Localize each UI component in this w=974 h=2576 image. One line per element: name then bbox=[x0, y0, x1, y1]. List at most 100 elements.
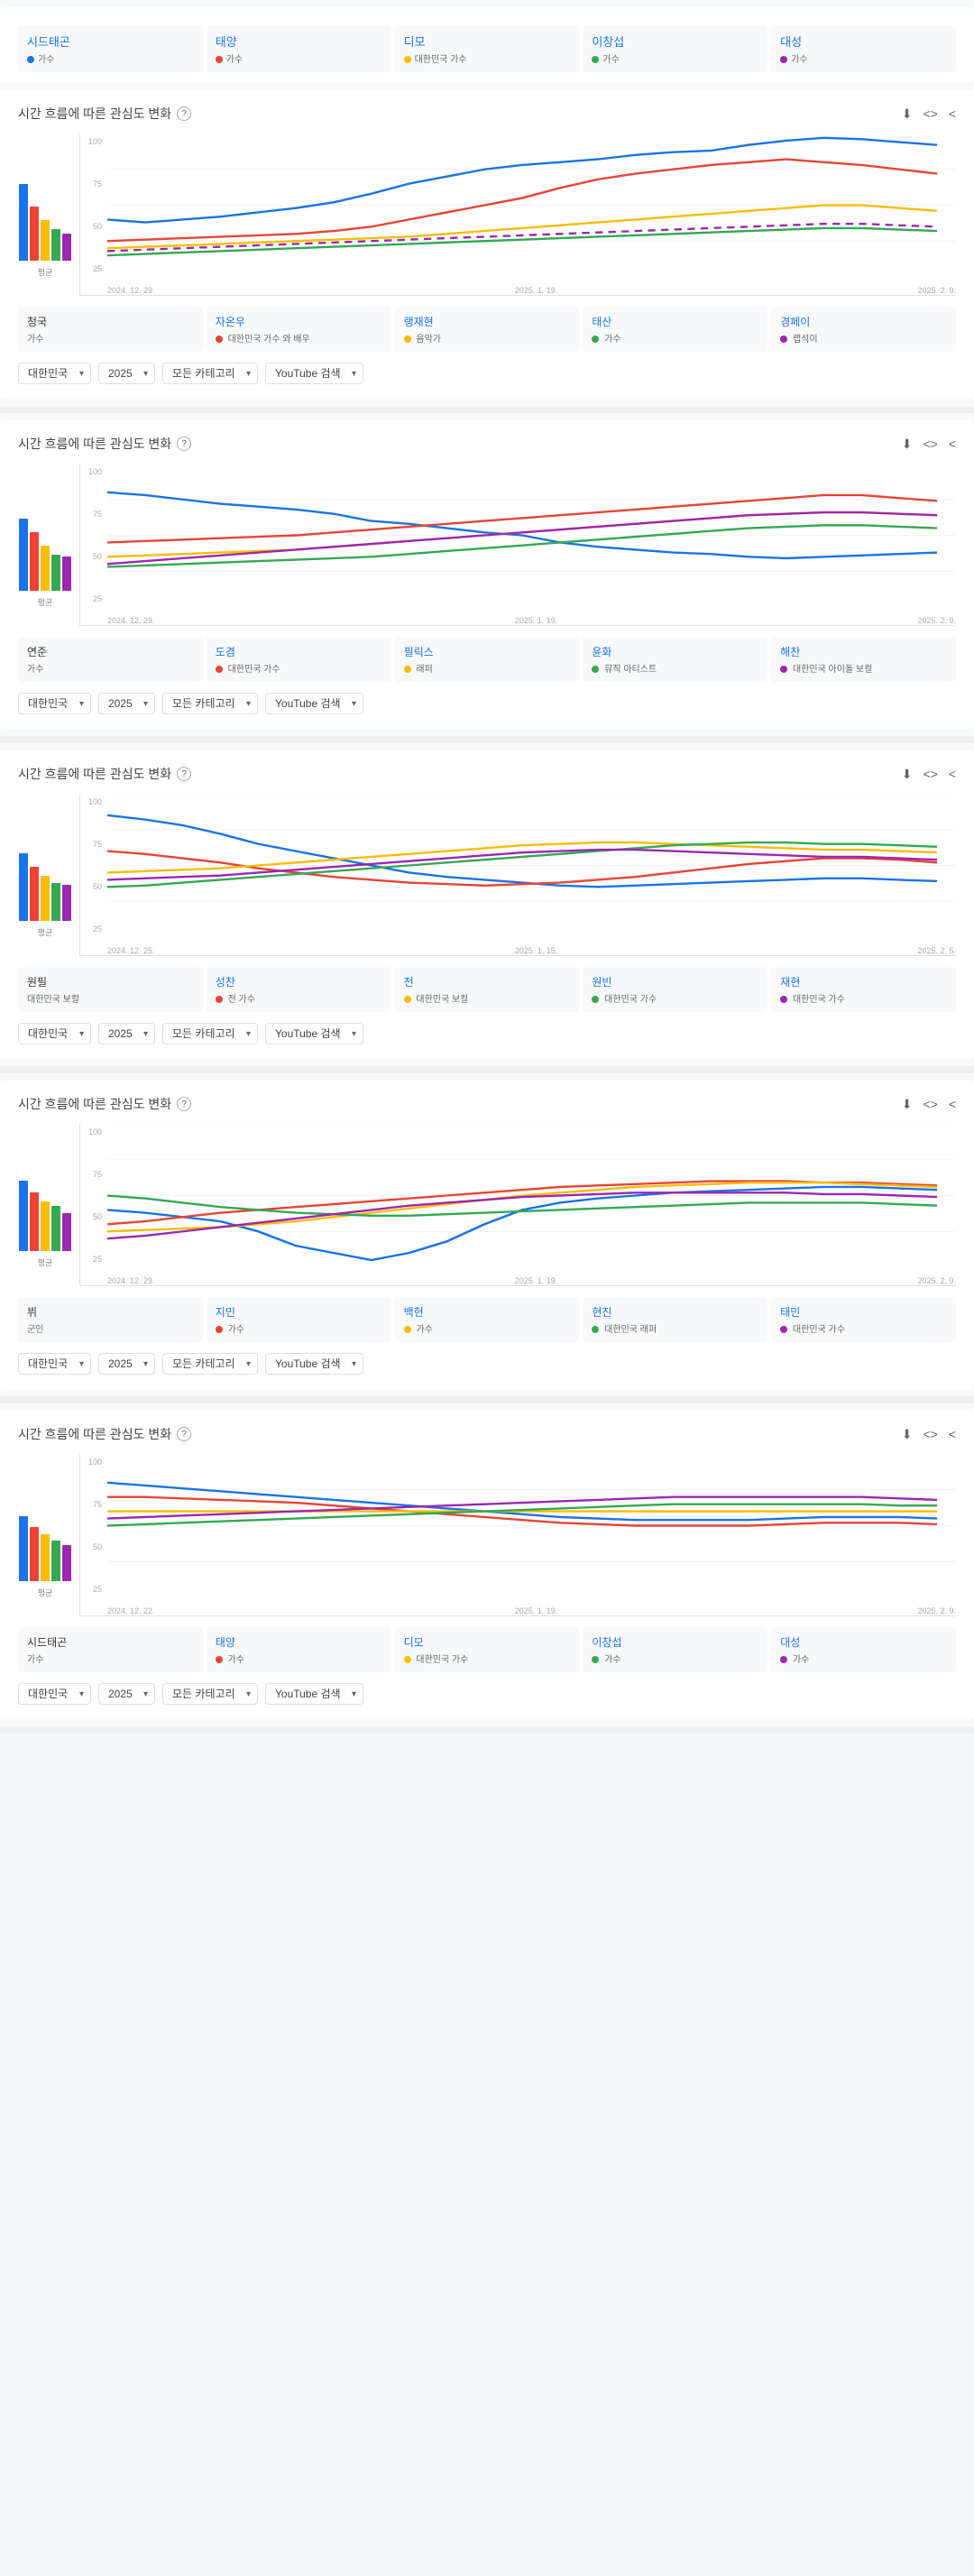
person-card-4[interactable]: 대성 가수 bbox=[771, 1627, 956, 1672]
year-filter[interactable]: 2025 bbox=[98, 1023, 155, 1044]
person-name[interactable]: 전 bbox=[404, 974, 571, 989]
download-icon[interactable]: ⬇ bbox=[902, 1097, 913, 1112]
person-name[interactable]: 해찬 bbox=[780, 644, 947, 659]
person-name[interactable]: 지민 bbox=[216, 1304, 382, 1320]
embed-icon[interactable]: <> bbox=[923, 1097, 937, 1112]
person-card-2[interactable]: 전 대한민국 보컬 bbox=[395, 967, 580, 1012]
person-card-0[interactable]: 청국 가수 bbox=[18, 307, 203, 352]
embed-icon[interactable]: <> bbox=[923, 767, 937, 782]
year-filter[interactable]: 2025 bbox=[98, 363, 155, 384]
platform-filter[interactable]: YouTube 검색 bbox=[265, 693, 363, 714]
country-filter-select[interactable]: 대한민국 bbox=[18, 1683, 91, 1705]
platform-filter-select[interactable]: YouTube 검색 bbox=[265, 1353, 363, 1375]
person-name[interactable]: 시드태곤 bbox=[27, 32, 194, 50]
country-filter[interactable]: 대한민국 bbox=[18, 693, 91, 714]
person-name[interactable]: 랭재현 bbox=[404, 314, 571, 329]
person-card-3[interactable]: 원빈 대한민국 가수 bbox=[583, 967, 767, 1012]
category-filter[interactable]: 모든 카테고리 bbox=[162, 1023, 258, 1044]
person-name[interactable]: 원빈 bbox=[592, 974, 758, 989]
platform-filter-select[interactable]: YouTube 검색 bbox=[265, 693, 363, 714]
person-card-0[interactable]: 뷔 군인 bbox=[18, 1297, 203, 1342]
person-name[interactable]: 태양 bbox=[216, 32, 382, 50]
share-icon[interactable]: < bbox=[949, 437, 956, 452]
country-filter[interactable]: 대한민국 bbox=[18, 363, 91, 384]
person-name[interactable]: 백현 bbox=[404, 1304, 571, 1320]
person-name[interactable]: 이창섭 bbox=[592, 32, 758, 50]
platform-filter[interactable]: YouTube 검색 bbox=[265, 1023, 363, 1044]
category-filter[interactable]: 모든 카테고리 bbox=[162, 1683, 258, 1705]
person-name[interactable]: 원필 bbox=[27, 974, 194, 989]
country-filter[interactable]: 대한민국 bbox=[18, 1353, 91, 1375]
country-filter-select[interactable]: 대한민국 bbox=[18, 1023, 91, 1044]
person-card-0[interactable]: 연준 가수 bbox=[18, 637, 203, 682]
person-card-2[interactable]: 랭재현 음악가 bbox=[395, 307, 580, 352]
platform-filter[interactable]: YouTube 검색 bbox=[265, 1683, 363, 1705]
person-card-1[interactable]: 도겸 대한민국 가수 bbox=[207, 637, 391, 682]
year-filter-select[interactable]: 2025 bbox=[98, 1023, 155, 1044]
person-card-4[interactable]: 재현 대한민국 가수 bbox=[771, 967, 956, 1012]
share-icon[interactable]: < bbox=[949, 106, 956, 122]
person-card-0[interactable]: 원필 대한민국 보컬 bbox=[18, 967, 203, 1012]
person-card-4[interactable]: 경페이 랩석이 bbox=[771, 307, 956, 352]
person-name[interactable]: 성찬 bbox=[216, 974, 382, 989]
person-card-1[interactable]: 성찬 전 가수 bbox=[207, 967, 391, 1012]
person-name[interactable]: 윤화 bbox=[592, 644, 758, 659]
category-filter-select[interactable]: 모든 카테고리 bbox=[162, 1353, 258, 1375]
year-filter-select[interactable]: 2025 bbox=[98, 1353, 155, 1375]
embed-icon[interactable]: <> bbox=[923, 1427, 937, 1442]
person-name[interactable]: 디모 bbox=[404, 1634, 571, 1650]
platform-filter-select[interactable]: YouTube 검색 bbox=[265, 1023, 363, 1044]
person-card-1[interactable]: 지민 가수 bbox=[207, 1297, 391, 1342]
person-name[interactable]: 현진 bbox=[592, 1304, 758, 1320]
year-filter[interactable]: 2025 bbox=[98, 1353, 155, 1375]
question-icon[interactable]: ? bbox=[177, 1427, 191, 1441]
person-card-0[interactable]: 시드태곤 가수 bbox=[18, 1627, 203, 1672]
person-name[interactable]: 경페이 bbox=[780, 314, 947, 329]
question-icon[interactable]: ? bbox=[177, 106, 191, 121]
country-filter-select[interactable]: 대한민국 bbox=[18, 693, 91, 714]
top-person-card-1[interactable]: 태양 가수 bbox=[207, 25, 391, 72]
question-icon[interactable]: ? bbox=[177, 1097, 191, 1111]
year-filter-select[interactable]: 2025 bbox=[98, 363, 155, 384]
person-name[interactable]: 뷔 bbox=[27, 1304, 194, 1320]
person-name[interactable]: 청국 bbox=[27, 314, 194, 329]
person-card-2[interactable]: 디모 대한민국 가수 bbox=[395, 1627, 580, 1672]
download-icon[interactable]: ⬇ bbox=[902, 1427, 913, 1442]
embed-icon[interactable]: <> bbox=[923, 106, 937, 122]
category-filter-select[interactable]: 모든 카테고리 bbox=[162, 1683, 258, 1705]
download-icon[interactable]: ⬇ bbox=[902, 437, 913, 452]
category-filter[interactable]: 모든 카테고리 bbox=[162, 1353, 258, 1375]
person-name[interactable]: 연준 bbox=[27, 644, 194, 659]
person-name[interactable]: 시드태곤 bbox=[27, 1634, 194, 1650]
person-name[interactable]: 대성 bbox=[780, 32, 947, 50]
person-name[interactable]: 태양 bbox=[216, 1634, 382, 1650]
person-card-3[interactable]: 윤화 뮤직 아티스트 bbox=[583, 637, 767, 682]
person-name[interactable]: 도겸 bbox=[216, 644, 382, 659]
year-filter-select[interactable]: 2025 bbox=[98, 1683, 155, 1705]
person-card-4[interactable]: 해찬 대한민국 아이돌 보컬 bbox=[771, 637, 956, 682]
person-card-3[interactable]: 현진 대한민국 래퍼 bbox=[583, 1297, 767, 1342]
embed-icon[interactable]: <> bbox=[923, 437, 937, 452]
country-filter[interactable]: 대한민국 bbox=[18, 1023, 91, 1044]
person-card-2[interactable]: 백현 가수 bbox=[395, 1297, 580, 1342]
top-person-card-0[interactable]: 시드태곤 가수 bbox=[18, 25, 203, 72]
category-filter-select[interactable]: 모든 카테고리 bbox=[162, 1023, 258, 1044]
year-filter[interactable]: 2025 bbox=[98, 693, 155, 714]
download-icon[interactable]: ⬇ bbox=[902, 767, 913, 782]
question-icon[interactable]: ? bbox=[177, 437, 191, 451]
platform-filter-select[interactable]: YouTube 검색 bbox=[265, 363, 363, 384]
platform-filter[interactable]: YouTube 검색 bbox=[265, 1353, 363, 1375]
person-card-2[interactable]: 필릭스 래퍼 bbox=[395, 637, 580, 682]
person-name[interactable]: 이창섭 bbox=[592, 1634, 758, 1650]
person-name[interactable]: 재현 bbox=[780, 974, 947, 989]
category-filter[interactable]: 모든 카테고리 bbox=[162, 693, 258, 714]
share-icon[interactable]: < bbox=[949, 767, 956, 782]
person-name[interactable]: 태민 bbox=[780, 1304, 947, 1320]
top-person-card-2[interactable]: 디모 대한민국 가수 bbox=[395, 25, 580, 72]
share-icon[interactable]: < bbox=[949, 1097, 956, 1112]
top-person-card-3[interactable]: 이창섭 가수 bbox=[583, 25, 767, 72]
person-card-4[interactable]: 태민 대한민국 가수 bbox=[771, 1297, 956, 1342]
download-icon[interactable]: ⬇ bbox=[902, 106, 913, 122]
person-card-3[interactable]: 태산 가수 bbox=[583, 307, 767, 352]
share-icon[interactable]: < bbox=[949, 1427, 956, 1442]
